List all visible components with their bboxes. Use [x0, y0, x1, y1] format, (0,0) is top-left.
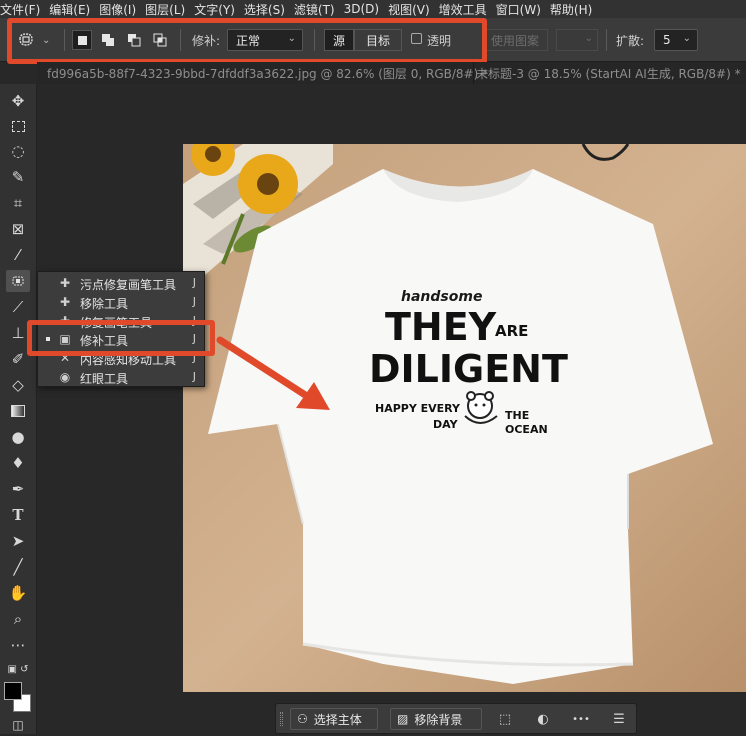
drag-handle-icon[interactable] [280, 712, 283, 726]
settings-sliders-icon[interactable]: ☰ [609, 709, 629, 729]
person-icon: ⚇ [297, 712, 308, 726]
image-icon: ▨ [397, 712, 409, 726]
transform-icon[interactable]: ⬚ [495, 709, 515, 729]
adjustment-icon[interactable]: ◐ [533, 709, 553, 729]
more-options-icon[interactable]: ••• [571, 709, 591, 729]
contextual-task-bar: ⚇ 选择主体 ▨ 移除背景 ⬚ ◐ ••• ☰ [275, 703, 637, 734]
annotation-arrow [216, 336, 330, 410]
remove-background-button[interactable]: ▨ 移除背景 [390, 708, 482, 730]
select-subject-button[interactable]: ⚇ 选择主体 [290, 708, 378, 730]
